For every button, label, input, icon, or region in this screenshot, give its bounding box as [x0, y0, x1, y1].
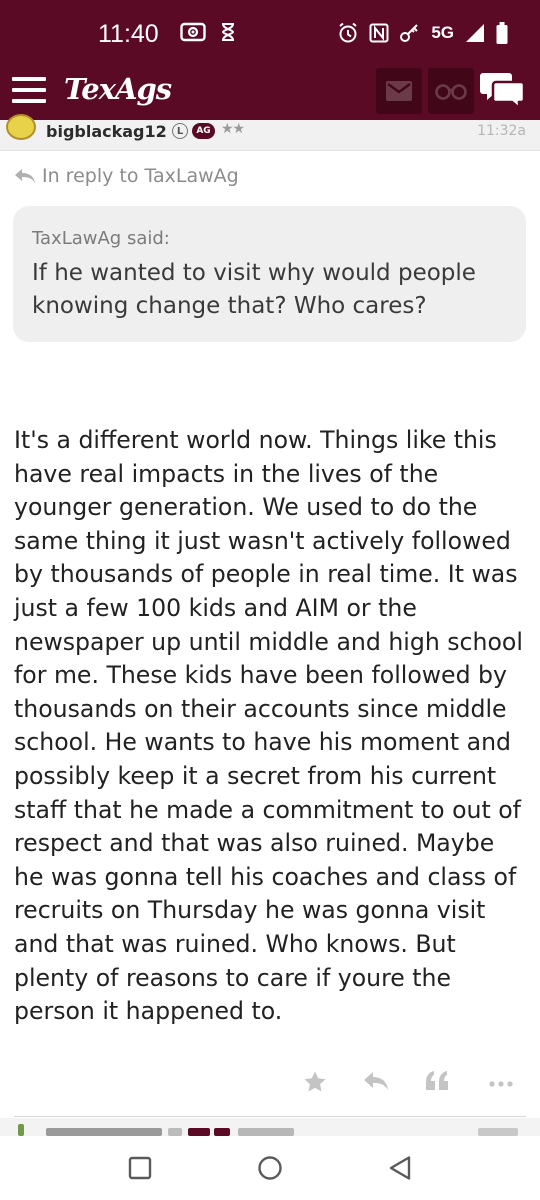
rating-stars: ★★ — [221, 121, 245, 137]
menu-icon[interactable] — [12, 77, 46, 105]
more-icon[interactable] — [488, 1070, 514, 1092]
next-stars — [238, 1128, 294, 1136]
vpn-key-icon — [400, 24, 419, 42]
status-left-icons — [180, 22, 236, 42]
signal-icon — [466, 24, 484, 42]
screen-record-icon — [180, 22, 206, 42]
next-badge-l — [168, 1128, 182, 1136]
next-avatar — [18, 1124, 24, 1136]
lifetime-badge: L — [172, 123, 188, 139]
next-badge-ag — [188, 1128, 210, 1136]
site-logo[interactable]: TexAgs — [64, 72, 172, 106]
post-body: It's a different world now. Things like … — [14, 426, 523, 1026]
network-label: 5G — [431, 23, 454, 42]
ag-badge: AG — [192, 123, 215, 139]
avatar[interactable] — [6, 114, 36, 140]
nfc-icon — [369, 23, 389, 43]
quoted-post: TaxLawAg said: If he wanted to visit why… — [13, 206, 526, 342]
mail-button[interactable] — [376, 68, 422, 114]
binoculars-button[interactable] — [428, 68, 474, 114]
next-badge — [214, 1128, 230, 1136]
recents-icon — [128, 1156, 152, 1180]
binoculars-icon — [435, 84, 467, 100]
next-username — [46, 1128, 162, 1136]
mail-icon — [386, 81, 412, 101]
reply-to-link[interactable]: In reply to TaxLawAg — [14, 165, 239, 187]
chat-button[interactable] — [480, 70, 526, 112]
back-button[interactable] — [384, 1152, 416, 1184]
hourglass-icon — [221, 23, 235, 41]
username[interactable]: bigblackag12 — [46, 122, 167, 141]
quote-icon[interactable] — [425, 1070, 449, 1092]
status-right-icons: 5G — [337, 22, 508, 44]
app-bar: TexAgs — [0, 62, 540, 120]
system-nav-bar — [0, 1136, 540, 1200]
status-bar: 11:40 5G — [0, 0, 540, 62]
post-header: bigblackag12 L AG ★★ 11:32a — [0, 114, 540, 151]
post-time: 11:32a — [477, 123, 526, 139]
reply-to-label: In reply to TaxLawAg — [42, 165, 239, 187]
star-icon[interactable] — [303, 1070, 327, 1094]
home-icon — [258, 1156, 282, 1180]
quote-text: If he wanted to visit why would people k… — [32, 260, 476, 319]
reply-arrow-icon — [15, 169, 35, 183]
battery-icon — [496, 22, 508, 44]
post-divider — [14, 1116, 526, 1117]
status-time: 11:40 — [98, 20, 159, 48]
next-post-header — [0, 1118, 540, 1136]
quote-author: TaxLawAg said: — [32, 228, 170, 249]
chat-icon — [480, 73, 526, 111]
home-button[interactable] — [254, 1152, 286, 1184]
reply-icon[interactable] — [363, 1070, 389, 1092]
recents-button[interactable] — [124, 1152, 156, 1184]
alarm-icon — [339, 22, 357, 43]
next-time — [478, 1128, 518, 1136]
back-icon — [389, 1156, 411, 1180]
